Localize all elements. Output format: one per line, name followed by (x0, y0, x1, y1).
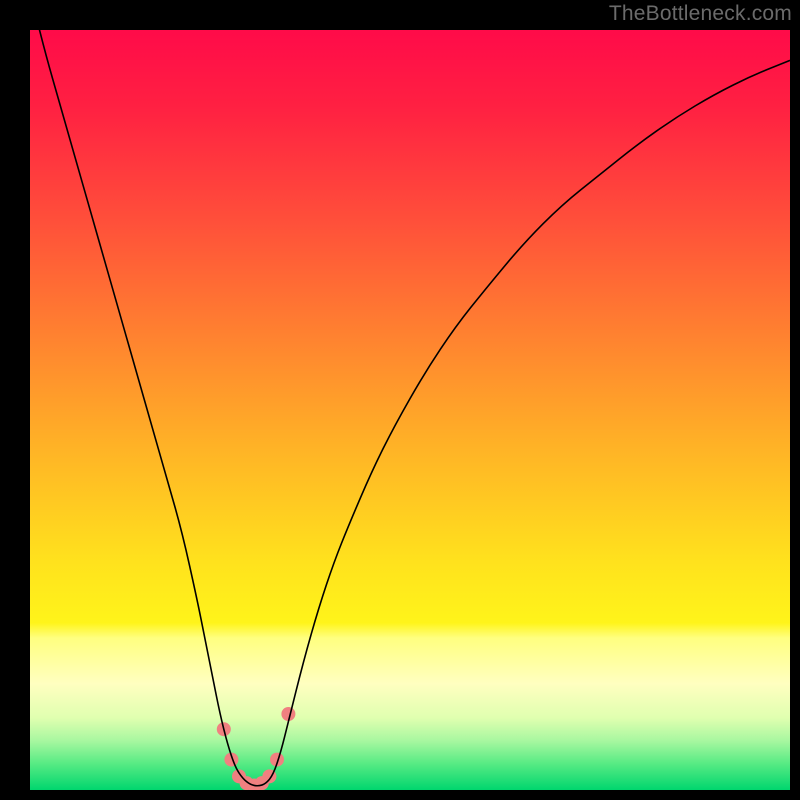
watermark-text: TheBottleneck.com (609, 2, 792, 26)
chart-frame: TheBottleneck.com (0, 0, 800, 800)
bottleneck-chart (0, 0, 800, 800)
plot-background (30, 30, 790, 790)
